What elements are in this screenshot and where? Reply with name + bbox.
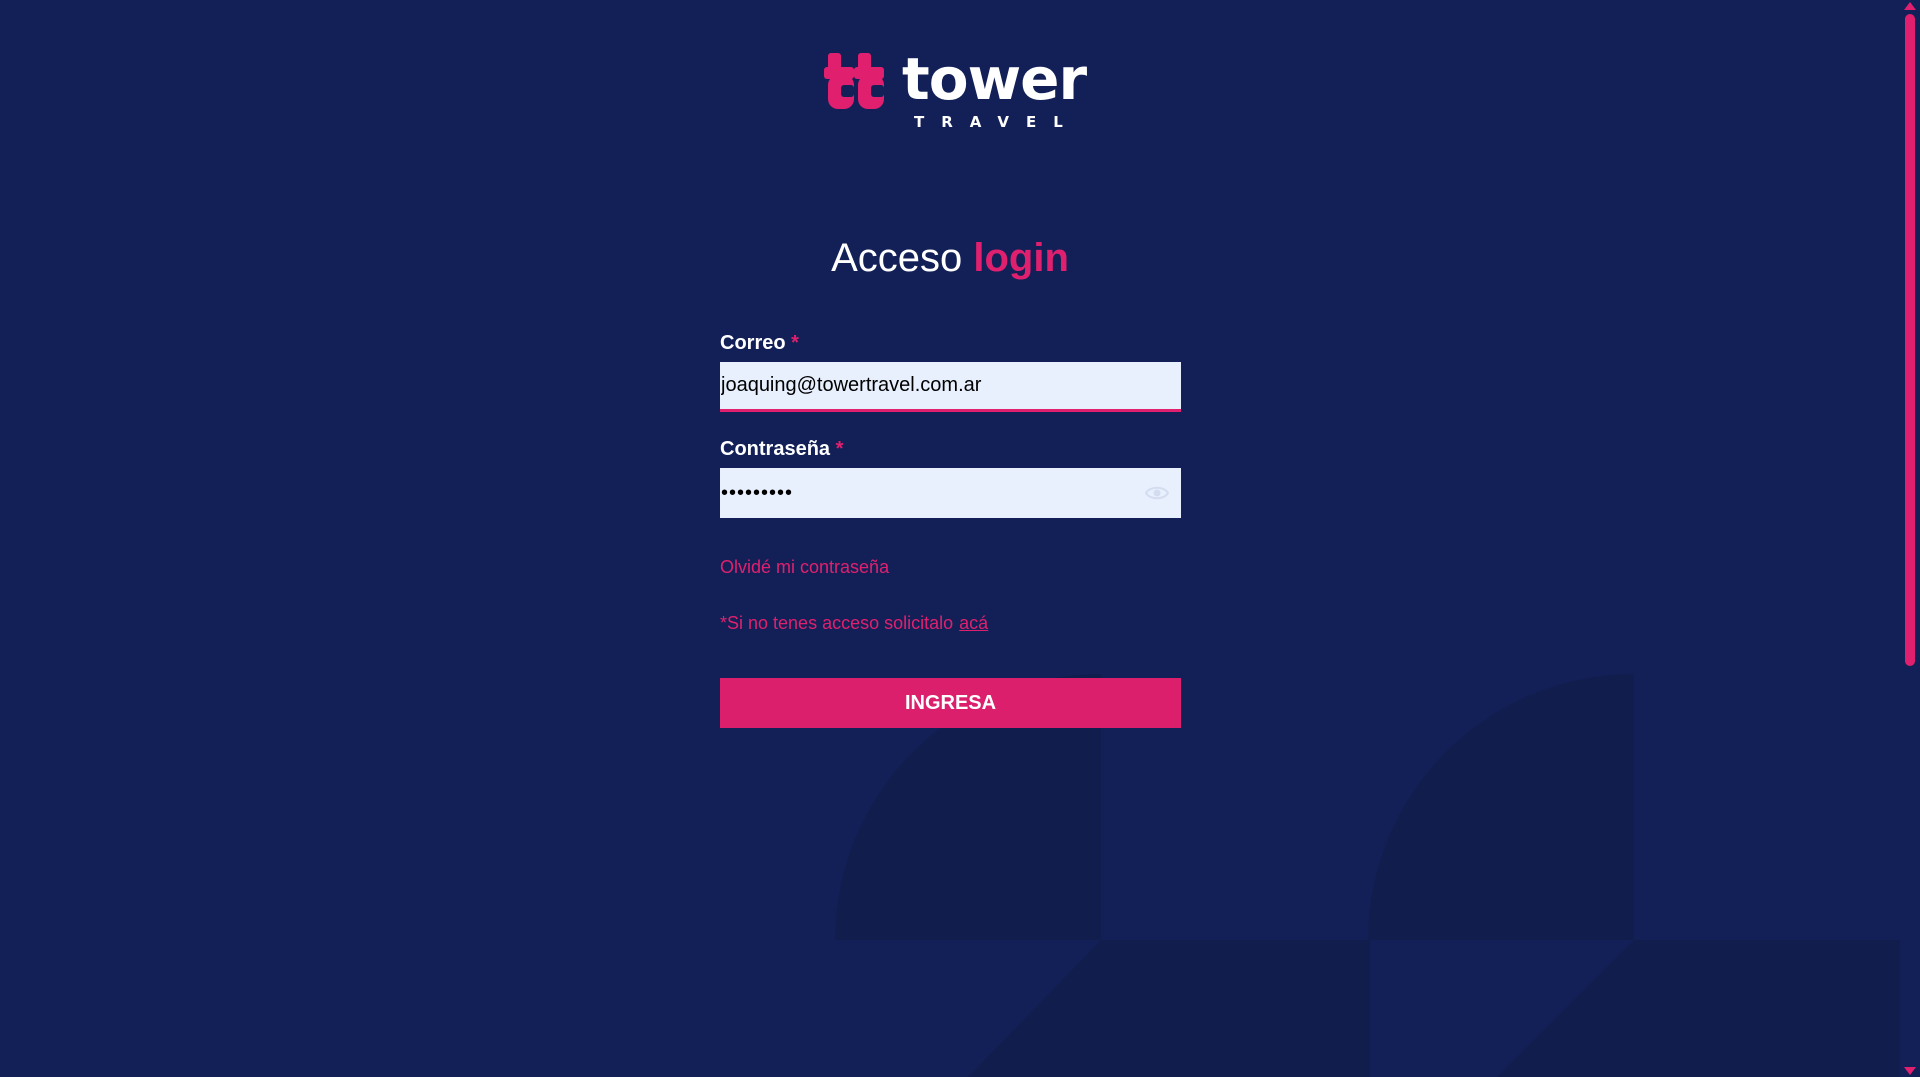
required-mark: *: [791, 332, 799, 354]
password-field-wrapper: [720, 468, 1181, 518]
logo-wordmark: tower: [902, 45, 1087, 113]
login-form: Correo * Contraseña * Olvidé mi contrase…: [720, 330, 1181, 728]
email-field-wrapper: [720, 362, 1181, 412]
scroll-up-icon[interactable]: [1904, 2, 1916, 10]
request-access-link[interactable]: acá: [959, 613, 988, 633]
scroll-down-icon[interactable]: [1904, 1067, 1916, 1075]
page-title: Acceso login: [0, 233, 1900, 283]
scrollbar[interactable]: [1900, 0, 1920, 1077]
email-label: Correo *: [720, 330, 1181, 356]
login-button[interactable]: INGRESA: [720, 678, 1181, 728]
logo-subtitle: TRAVEL: [914, 113, 1080, 131]
email-label-text: Correo: [720, 332, 786, 354]
password-field[interactable]: [720, 468, 1181, 518]
title-highlight: login: [973, 236, 1069, 280]
email-field[interactable]: [720, 362, 1181, 409]
forgot-password-link[interactable]: Olvidé mi contraseña: [720, 556, 1181, 578]
eye-icon[interactable]: [1145, 483, 1169, 503]
login-page: tower TRAVEL Acceso login Correo * Contr…: [0, 0, 1920, 1077]
scrollbar-thumb[interactable]: [1905, 14, 1915, 666]
tower-travel-logo: tower TRAVEL: [824, 45, 1087, 134]
password-label: Contraseña *: [720, 436, 1181, 462]
request-access-label: *Si no tenes acceso solicitalo: [720, 613, 954, 633]
request-access-text: *Si no tenes acceso solicitalo acá: [720, 612, 1181, 634]
password-label-text: Contraseña: [720, 438, 831, 460]
required-mark: *: [835, 438, 844, 460]
title-prefix: Acceso: [831, 236, 963, 280]
logo-mark-icon: [824, 53, 884, 109]
